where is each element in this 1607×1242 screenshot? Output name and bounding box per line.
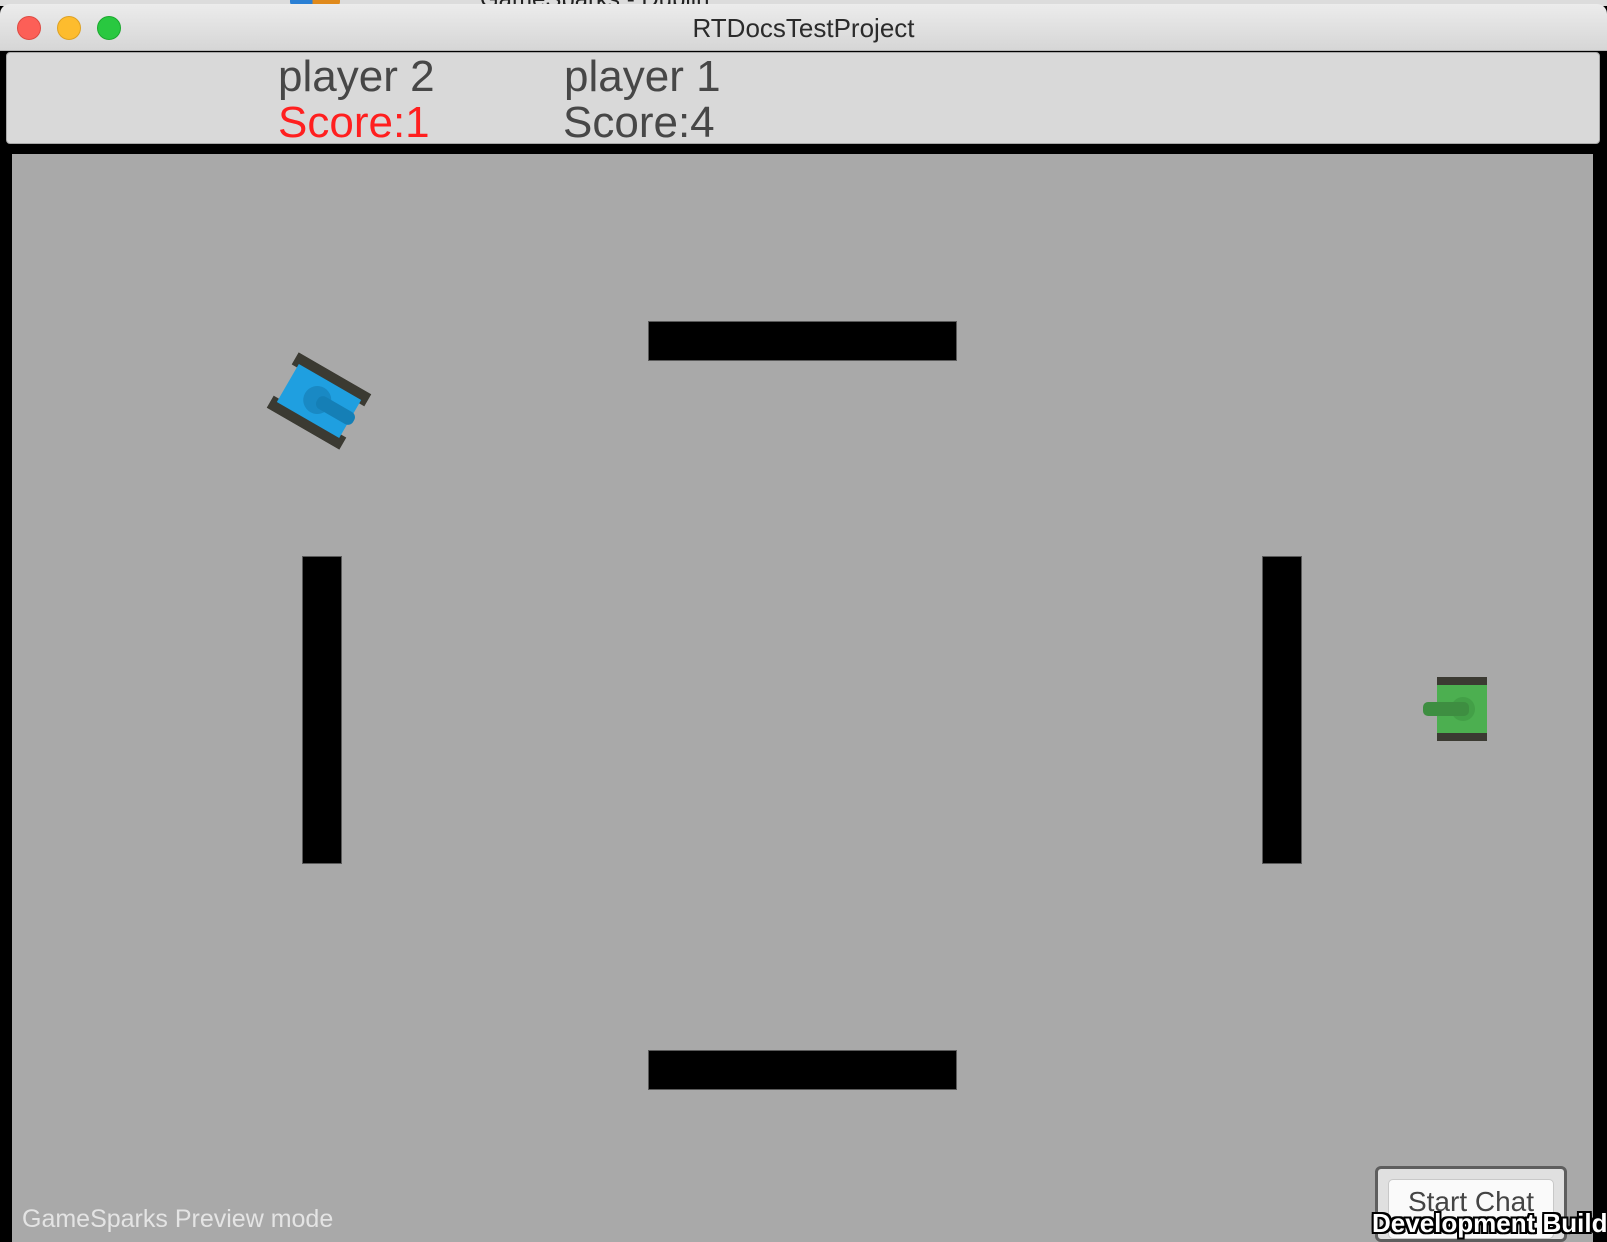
window-title: RTDocsTestProject (692, 13, 915, 43)
green-tank-barrel (1423, 702, 1469, 716)
player-2-score: Score:1 (278, 98, 430, 147)
wall-bottom (648, 1050, 957, 1090)
wall-right (1262, 556, 1302, 864)
blue-tank (266, 352, 372, 450)
preview-mode-label: GameSparks Preview mode (22, 1205, 334, 1233)
title-bar[interactable]: RTDocsTestProject (0, 4, 1607, 51)
green-tank (1423, 677, 1487, 741)
player-2-name: player 2 (278, 52, 435, 101)
player-1-name: player 1 (564, 52, 721, 101)
scoreboard-panel (6, 52, 1600, 144)
wall-left (302, 556, 342, 864)
development-build-label: Development Build (1372, 1208, 1607, 1238)
player-1-score: Score:4 (563, 98, 715, 147)
wall-top (648, 321, 957, 361)
game-arena[interactable] (12, 154, 1593, 1242)
game-window: GameSparks - Dublin RTDocsTestProject pl… (0, 0, 1607, 1242)
